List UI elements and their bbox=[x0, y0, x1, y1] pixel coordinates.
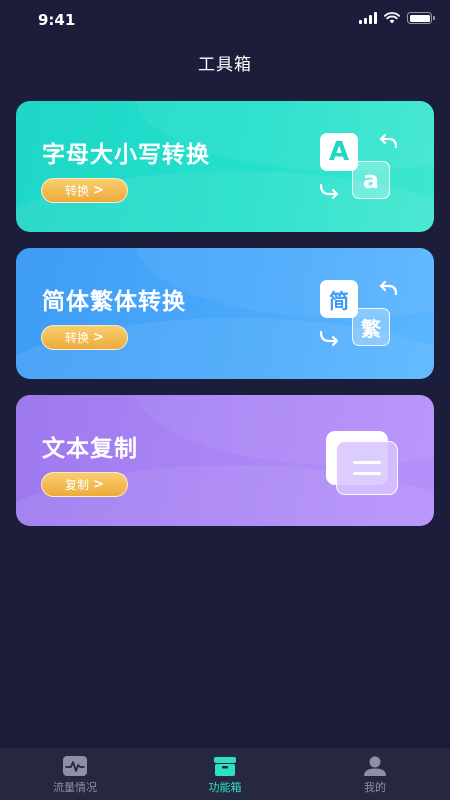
tab-label: 功能箱 bbox=[208, 781, 242, 794]
copy-button[interactable]: 复制 > bbox=[41, 472, 128, 497]
chevron-right-icon: > bbox=[93, 330, 104, 345]
glyph-lowercase: a bbox=[362, 166, 380, 194]
traffic-chart-icon bbox=[62, 755, 88, 777]
glyph-tile-front: a bbox=[352, 161, 390, 199]
chevron-right-icon: > bbox=[93, 477, 104, 492]
card-title: 文本复制 bbox=[42, 436, 138, 462]
tab-bar: 流量情况 功能箱 我的 bbox=[0, 748, 450, 800]
button-label: 转换 bbox=[65, 184, 90, 198]
copy-document-icon bbox=[316, 425, 406, 500]
curved-arrow-icon bbox=[379, 133, 398, 149]
chevron-right-icon: > bbox=[93, 183, 104, 198]
document-front bbox=[336, 441, 398, 495]
glyph-uppercase: A bbox=[328, 137, 350, 167]
convert-button[interactable]: 转换 > bbox=[41, 325, 128, 350]
wifi-icon bbox=[384, 12, 400, 24]
tab-traffic[interactable]: 流量情况 bbox=[0, 748, 150, 800]
curved-arrow-icon bbox=[319, 330, 339, 347]
card-simplified-traditional-convert[interactable]: 简体繁体转换 转换 > 简 繁 bbox=[16, 248, 434, 379]
convert-button[interactable]: 转换 > bbox=[41, 178, 128, 203]
card-text-copy[interactable]: 文本复制 复制 > bbox=[16, 395, 434, 526]
status-time: 9:41 bbox=[38, 11, 76, 29]
button-label: 复制 bbox=[65, 478, 90, 492]
status-icons bbox=[359, 12, 435, 24]
page-title: 工具箱 bbox=[198, 55, 252, 75]
app-screen: 9:41 工具箱 字母大小写转换 转换 > A a 简体繁体转换 转换 > 简 … bbox=[0, 0, 450, 800]
card-title: 简体繁体转换 bbox=[42, 289, 186, 315]
status-bar: 9:41 bbox=[0, 0, 450, 40]
button-label: 转换 bbox=[65, 331, 90, 345]
glyph-tile-front: 繁 bbox=[352, 308, 390, 346]
toolbox-icon bbox=[212, 755, 238, 777]
tab-profile[interactable]: 我的 bbox=[300, 748, 450, 800]
glyph-simplified: 简 bbox=[329, 288, 349, 313]
user-profile-icon bbox=[362, 755, 388, 777]
battery-level-fill bbox=[409, 14, 430, 22]
tab-label: 我的 bbox=[364, 781, 386, 794]
chinese-script-swap-icon: 简 繁 bbox=[316, 278, 406, 353]
card-letter-case-convert[interactable]: 字母大小写转换 转换 > A a bbox=[16, 101, 434, 232]
curved-arrow-icon bbox=[319, 183, 339, 200]
battery-icon bbox=[407, 12, 435, 24]
tab-label: 流量情况 bbox=[53, 781, 97, 794]
cellular-signal-icon bbox=[359, 12, 377, 24]
curved-arrow-icon bbox=[379, 280, 398, 296]
card-title: 字母大小写转换 bbox=[42, 142, 210, 168]
letter-case-swap-icon: A a bbox=[316, 131, 406, 206]
glyph-traditional: 繁 bbox=[361, 316, 381, 341]
tab-toolbox[interactable]: 功能箱 bbox=[150, 748, 300, 800]
